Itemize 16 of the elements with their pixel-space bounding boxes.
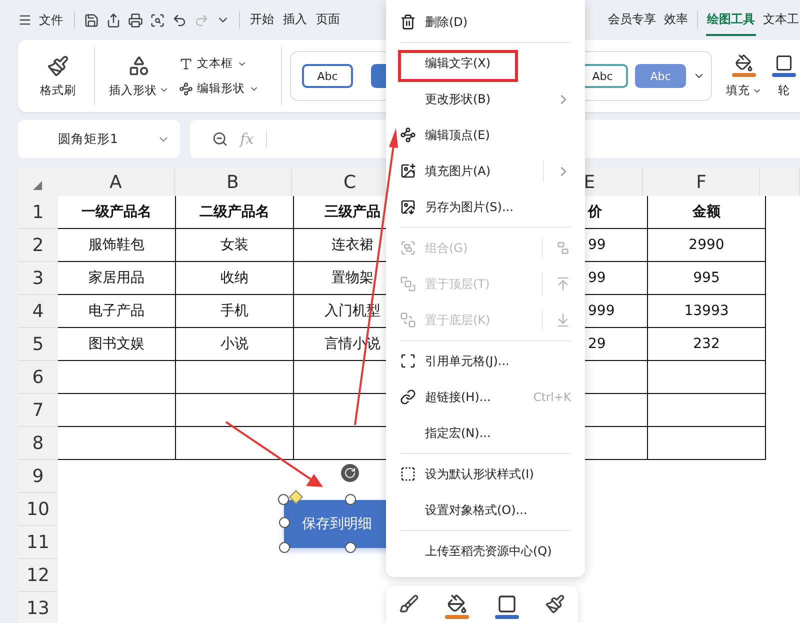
table-cell: 小说 — [176, 328, 294, 361]
shortcut-text: Ctrl+K — [533, 390, 571, 404]
table-cell: 图书文娱 — [58, 328, 176, 361]
table-cell: 电子产品 — [58, 295, 176, 328]
table-cell: 二级产品名 — [176, 196, 294, 229]
table-cell: 232 — [648, 328, 766, 361]
table-cell: 收纳 — [176, 262, 294, 295]
table-cell: 一级产品名 — [58, 196, 176, 229]
table-cell: 金额 — [648, 196, 766, 229]
table-cell: 女装 — [176, 229, 294, 262]
table-cell: 995 — [648, 262, 766, 295]
table-cell: 13993 — [648, 295, 766, 328]
table-cell: 2990 — [648, 229, 766, 262]
table-cell: 家居用品 — [58, 262, 176, 295]
table-cell: 服饰鞋包 — [58, 229, 176, 262]
table-cell: 手机 — [176, 295, 294, 328]
